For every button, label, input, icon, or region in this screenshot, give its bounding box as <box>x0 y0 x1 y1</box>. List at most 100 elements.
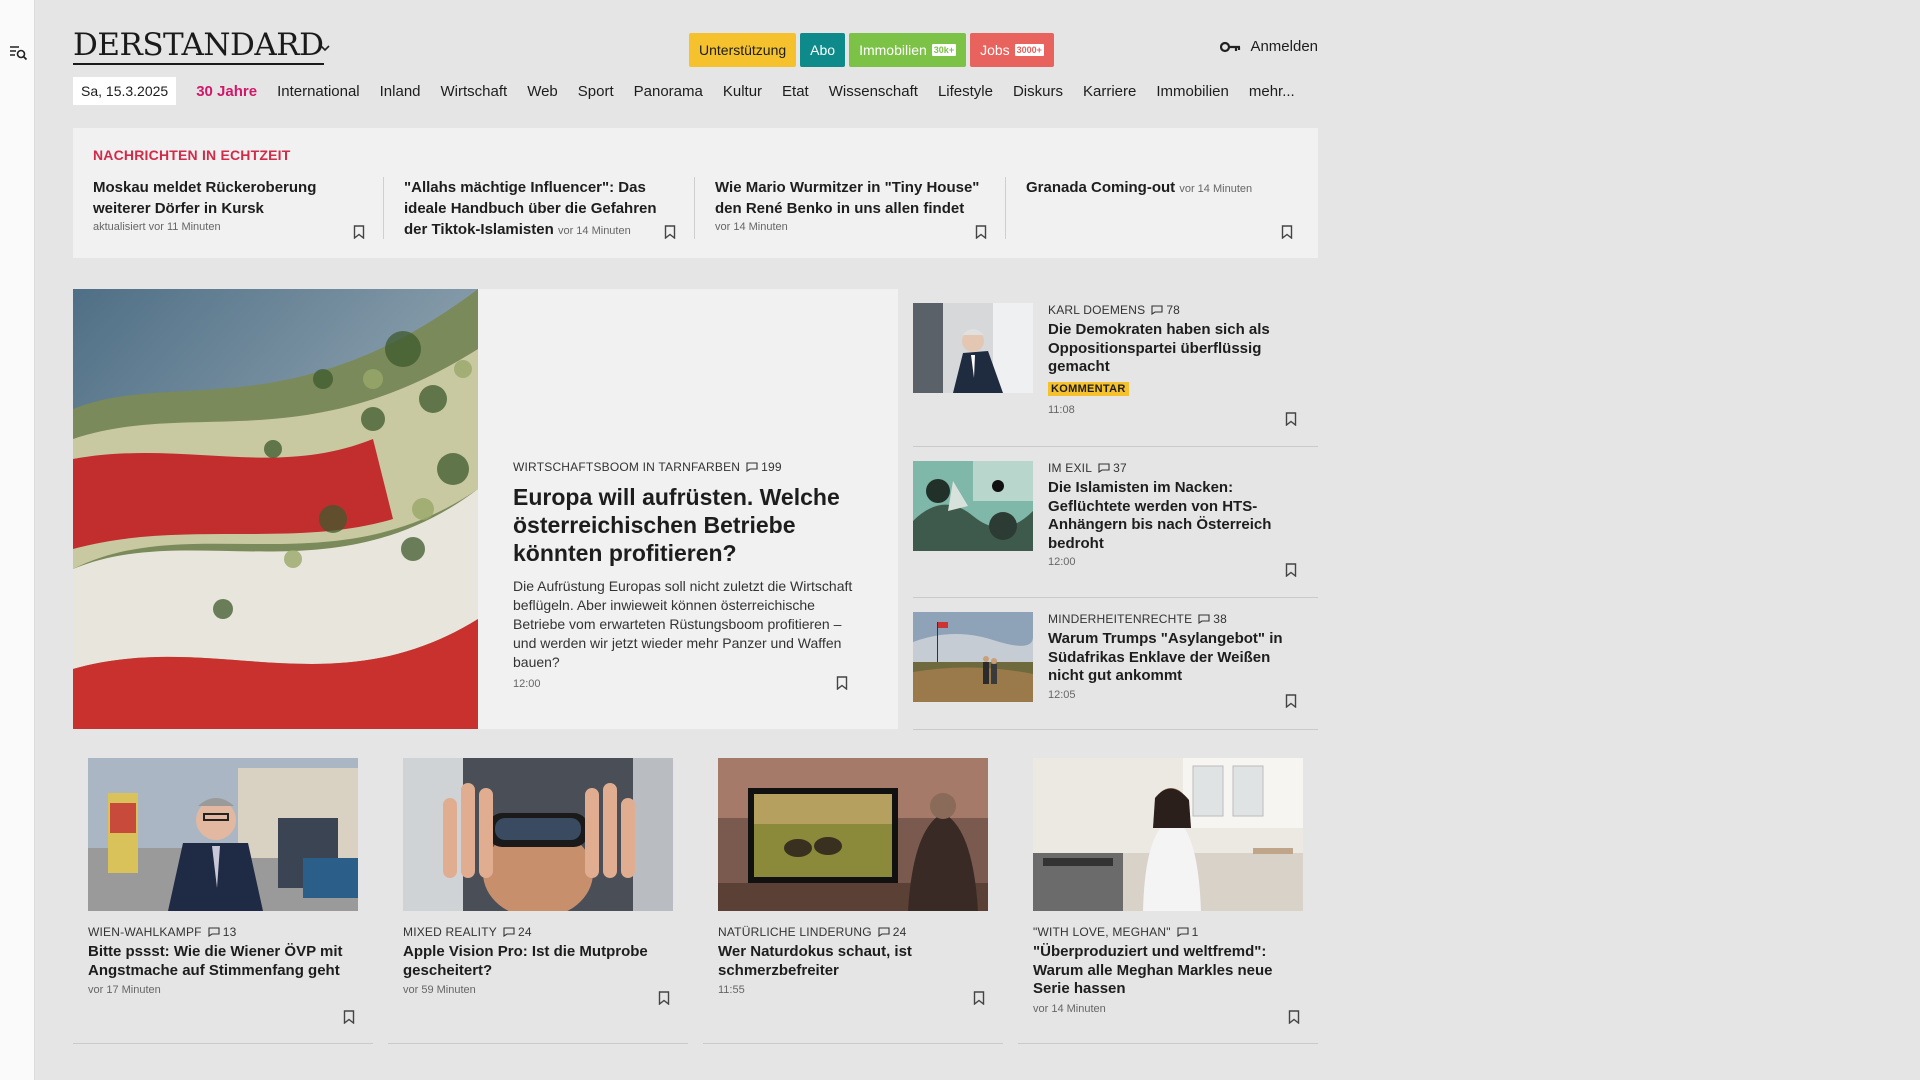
card-kicker-row: MIXED REALITY 24 <box>403 925 673 939</box>
ticker-time: aktualisiert vor 11 Minuten <box>93 221 221 233</box>
nav-item-sport[interactable]: Sport <box>578 83 614 100</box>
card-image-kitchen[interactable] <box>1033 758 1303 911</box>
nav-item-30-jahre[interactable]: 30 Jahre <box>196 83 257 100</box>
comment-count[interactable]: 24 <box>878 925 907 939</box>
comment-count[interactable]: 24 <box>503 925 532 939</box>
comment-count[interactable]: 38 <box>1198 612 1227 626</box>
card-title[interactable]: "Überproduziert und weltfremd": Warum al… <box>1033 943 1303 999</box>
side-image-illustration[interactable] <box>913 461 1033 551</box>
nav-item-diskurs[interactable]: Diskurs <box>1013 83 1063 100</box>
card-time: vor 14 Minuten <box>1033 1002 1106 1015</box>
hero-article[interactable]: WIRTSCHAFTSBOOM IN TARNFARBEN 199 Europa… <box>73 289 898 729</box>
ticker-item[interactable]: Moskau meldet Rückeroberung weiterer Dör… <box>93 177 369 243</box>
side-kicker-row: MINDERHEITENRECHTE 38 <box>1048 612 1303 626</box>
comment-count[interactable]: 78 <box>1151 303 1180 317</box>
nav-item-panorama[interactable]: Panorama <box>634 83 703 100</box>
card-title[interactable]: Bitte pssst: Wie die Wiener ÖVP mit Angs… <box>88 943 358 980</box>
nav-item-karriere[interactable]: Karriere <box>1083 83 1136 100</box>
key-icon <box>1220 40 1242 54</box>
comment-count[interactable]: 37 <box>1098 461 1127 475</box>
ticker-divider <box>1005 177 1006 239</box>
menu-search-icon[interactable] <box>8 42 28 62</box>
bookmark-icon[interactable] <box>973 991 985 1005</box>
nav-item-kultur[interactable]: Kultur <box>723 83 762 100</box>
immobilien-button[interactable]: Immobilien 30k+ <box>849 33 967 67</box>
support-button[interactable]: Unterstützung <box>689 33 797 67</box>
card-title[interactable]: Apple Vision Pro: Ist die Mutprobe gesch… <box>403 943 673 980</box>
bookmark-icon[interactable] <box>1285 412 1297 426</box>
card-image-vr-headset[interactable] <box>403 758 673 911</box>
side-text: KARL DOEMENS 78 Die Demokraten haben sic… <box>1048 303 1303 416</box>
teaser-card[interactable]: "WITH LOVE, MEGHAN" 1 "Überproduziert un… <box>1018 758 1318 1044</box>
nav-item-international[interactable]: International <box>277 83 360 100</box>
nav-item-etat[interactable]: Etat <box>782 83 809 100</box>
comment-count-value: 1 <box>1191 925 1199 939</box>
bookmark-icon[interactable] <box>836 676 848 690</box>
site-logo[interactable]: DERSTANDARD <box>73 28 324 65</box>
teaser-card[interactable]: WIEN-WAHLKAMPF 13 Bitte pssst: Wie die W… <box>73 758 373 1044</box>
side-image-politician[interactable] <box>913 303 1033 393</box>
side-title[interactable]: Warum Trumps "Asylangebot" in Südafrikas… <box>1048 630 1303 686</box>
card-image-politician-street[interactable] <box>88 758 358 911</box>
card-text: MIXED REALITY 24 Apple Vision Pro: Ist d… <box>403 925 673 996</box>
ticker-headline[interactable]: Granada Coming-out <box>1026 179 1175 196</box>
nav-item-wirtschaft[interactable]: Wirtschaft <box>441 83 508 100</box>
card-image-tv-nature[interactable] <box>718 758 988 911</box>
ticker-time: vor 14 Minuten <box>1179 183 1253 195</box>
side-article[interactable]: MINDERHEITENRECHTE 38 Warum Trumps "Asyl… <box>913 598 1318 730</box>
side-image-landscape[interactable] <box>913 612 1033 702</box>
side-kicker: MINDERHEITENRECHTE <box>1048 612 1193 626</box>
teaser-card[interactable]: NATÜRLICHE LINDERUNG 24 Wer Naturdokus s… <box>703 758 1003 1044</box>
bookmark-icon[interactable] <box>1285 563 1297 577</box>
card-kicker-row: WIEN-WAHLKAMPF 13 <box>88 925 358 939</box>
bookmark-icon[interactable] <box>343 1010 355 1024</box>
nav-item-inland[interactable]: Inland <box>380 83 421 100</box>
comment-count-value: 199 <box>761 460 782 474</box>
bookmark-icon[interactable] <box>975 225 987 239</box>
ticker-title[interactable]: NACHRICHTEN IN ECHTZEIT <box>93 147 290 163</box>
immobilien-label: Immobilien <box>859 42 927 58</box>
card-text: "WITH LOVE, MEGHAN" 1 "Überproduziert un… <box>1033 925 1303 1015</box>
abo-button[interactable]: Abo <box>800 33 846 67</box>
nav-item-lifestyle[interactable]: Lifestyle <box>938 83 993 100</box>
bookmark-icon[interactable] <box>664 225 676 239</box>
nav-item-immobilien[interactable]: Immobilien <box>1156 83 1229 100</box>
bookmark-icon[interactable] <box>1285 694 1297 708</box>
card-kicker: NATÜRLICHE LINDERUNG <box>718 925 872 939</box>
comment-icon <box>503 927 515 937</box>
card-kicker-row: NATÜRLICHE LINDERUNG 24 <box>718 925 988 939</box>
bookmark-icon[interactable] <box>1281 225 1293 239</box>
comment-count[interactable]: 1 <box>1177 925 1199 939</box>
ticker-item[interactable]: "Allahs mächtige Influencer": Das ideale… <box>404 177 680 243</box>
bookmark-icon[interactable] <box>658 991 670 1005</box>
side-article[interactable]: KARL DOEMENS 78 Die Demokraten haben sic… <box>913 289 1318 447</box>
ticker-item[interactable]: Wie Mario Wurmitzer in "Tiny House" den … <box>715 177 991 243</box>
side-title[interactable]: Die Demokraten haben sich als Opposition… <box>1048 321 1303 377</box>
ticker-headline[interactable]: Moskau meldet Rückeroberung weiterer Dör… <box>93 177 369 219</box>
side-text: IM EXIL 37 Die Islamisten im Nacken: Gef… <box>1048 461 1303 568</box>
chevron-down-icon[interactable] <box>319 42 331 54</box>
comment-count-value: 38 <box>1213 612 1228 626</box>
nav-item-wissenschaft[interactable]: Wissenschaft <box>829 83 918 100</box>
comment-count[interactable]: 199 <box>746 460 782 474</box>
comment-count-value: 13 <box>222 925 237 939</box>
card-title[interactable]: Wer Naturdokus schaut, ist schmerzbefrei… <box>718 943 988 980</box>
side-article[interactable]: IM EXIL 37 Die Islamisten im Nacken: Gef… <box>913 447 1318 598</box>
comment-count[interactable]: 13 <box>208 925 237 939</box>
jobs-button[interactable]: Jobs 3000+ <box>970 33 1054 67</box>
login-button[interactable]: Anmelden <box>1220 38 1318 55</box>
ticker-headline[interactable]: Wie Mario Wurmitzer in "Tiny House" den … <box>715 177 991 219</box>
bookmark-icon[interactable] <box>353 225 365 239</box>
side-title[interactable]: Die Islamisten im Nacken: Geflüchtete we… <box>1048 479 1303 553</box>
comment-icon <box>1151 305 1163 315</box>
comment-icon <box>1098 463 1110 473</box>
bookmark-icon[interactable] <box>1288 1010 1300 1024</box>
hero-image-camouflage-flag[interactable] <box>73 289 478 729</box>
ticker-headline-wrap: Granada Coming-out vor 14 Minuten <box>1026 177 1302 200</box>
hero-title[interactable]: Europa will aufrüsten. Welche österreich… <box>513 483 863 567</box>
nav-item-web[interactable]: Web <box>527 83 558 100</box>
nav-item-mehr[interactable]: mehr... <box>1249 83 1295 100</box>
teaser-card[interactable]: MIXED REALITY 24 Apple Vision Pro: Ist d… <box>388 758 688 1044</box>
abo-label: Abo <box>810 42 836 58</box>
ticker-item[interactable]: Granada Coming-out vor 14 Minuten <box>1026 177 1302 243</box>
